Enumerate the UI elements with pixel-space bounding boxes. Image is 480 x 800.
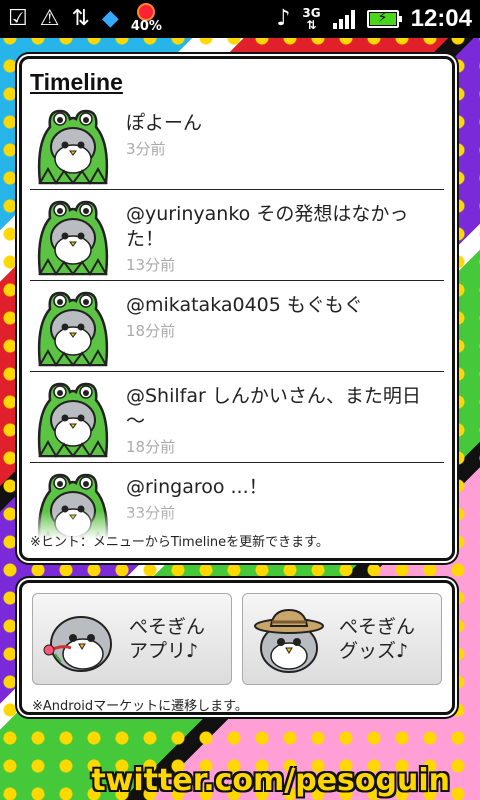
goods-label-line1: ぺそぎん [339,616,416,638]
tweet-row[interactable]: ぽよーん 3分前 [30,99,444,190]
timeline-panel: Timeline ぽよーん 3分前 @yurinyanko その発想はなかった！… [19,56,455,561]
signal-icon [332,9,355,29]
tweet-time: 18分前 [126,438,176,456]
warning-icon: ⚠ [39,6,60,31]
usb-icon: ⇅ [71,6,90,31]
tweet-text: @yurinyanko その発想はなかった！ [126,203,409,250]
tweet-text: @mikataka0405 もぐもぐ [126,294,363,316]
tweet-time: 3分前 [126,140,166,158]
tweet-row[interactable]: @ringaroo ...！ 33分前 [30,463,444,539]
weather-percent: 40% [130,19,162,34]
tweet-row[interactable]: @mikataka0405 もぐもぐ 18分前 [30,281,444,372]
tweet-text: @ringaroo ...！ [126,476,268,498]
timeline-title: Timeline [30,69,123,95]
twitter-handle[interactable]: twitter.com/pesoguin [91,763,450,798]
tweet-body: @Shilfar しんかいさん、また明日～ 18分前 [116,376,426,457]
pesoguin-goods-button[interactable]: ぺそぎん グッズ♪ [242,593,442,685]
weather-icon: 40% [131,5,162,33]
tweet-body: @ringaroo ...！ 33分前 [116,467,426,523]
tweet-list[interactable]: ぽよーん 3分前 @yurinyanko その発想はなかった！ 13分前 @mi… [30,99,444,539]
frog-penguin-avatar-icon [37,291,109,367]
hint-text: ※ヒント：メニューからTimelineを更新できます。 [30,535,329,550]
tweet-time: 13分前 [126,256,176,274]
app-label-line1: ぺそぎん [129,616,206,638]
tweet-text: @Shilfar しんかいさん、また明日～ [126,385,421,432]
app-icon: ◆ [101,6,119,31]
goods-label-line2: グッズ♪ [339,640,409,662]
tweet-body: @yurinyanko その発想はなかった！ 13分前 [116,194,426,275]
pesoguin-app-button[interactable]: ぺそぎん アプリ♪ [32,593,232,685]
tweet-body: ぽよーん 3分前 [116,103,426,159]
frog-penguin-avatar-icon [37,382,109,458]
app-button-row: ぺそぎん アプリ♪ ぺそぎん グッズ♪ [32,593,442,685]
tweet-row[interactable]: @Shilfar しんかいさん、また明日～ 18分前 [30,372,444,463]
frog-penguin-avatar-icon [37,473,109,539]
pesoguin-goods-label: ぺそぎん グッズ♪ [327,615,415,663]
frog-penguin-avatar-icon [37,109,109,185]
download-done-icon: ☑ [8,6,28,31]
status-bar: ☑ ⚠ ⇅ ◆ 40% ♪ 3G ⇅ ⚡ 12:04 [0,0,480,38]
battery-charging-icon: ⚡ [366,10,402,28]
penguin-flower-icon [43,616,112,672]
app-label-line2: アプリ♪ [129,640,199,662]
clock: 12:04 [410,5,472,32]
pesoguin-app-label: ぺそぎん アプリ♪ [117,615,205,663]
vibrate-icon: ♪ [276,6,291,31]
penguin-hat-icon [254,608,324,673]
status-icons-right: ♪ 3G ⇅ ⚡ 12:04 [276,5,472,33]
tweet-text: ぽよーん [126,112,203,134]
tweet-time: 18分前 [126,322,176,340]
app-panel: ぺそぎん アプリ♪ ぺそぎん グッズ♪ ※Androidマーケットに遷移します。 [19,580,455,715]
tweet-row[interactable]: @yurinyanko その発想はなかった！ 13分前 [30,190,444,281]
status-icons-left: ☑ ⚠ ⇅ ◆ 40% [8,5,162,33]
tweet-time: 33分前 [126,504,176,522]
frog-penguin-avatar-icon [37,200,109,276]
tweet-body: @mikataka0405 もぐもぐ 18分前 [116,285,426,341]
market-note: ※Androidマーケットに遷移します。 [32,699,248,714]
3g-data-icon: 3G ⇅ [302,6,321,32]
